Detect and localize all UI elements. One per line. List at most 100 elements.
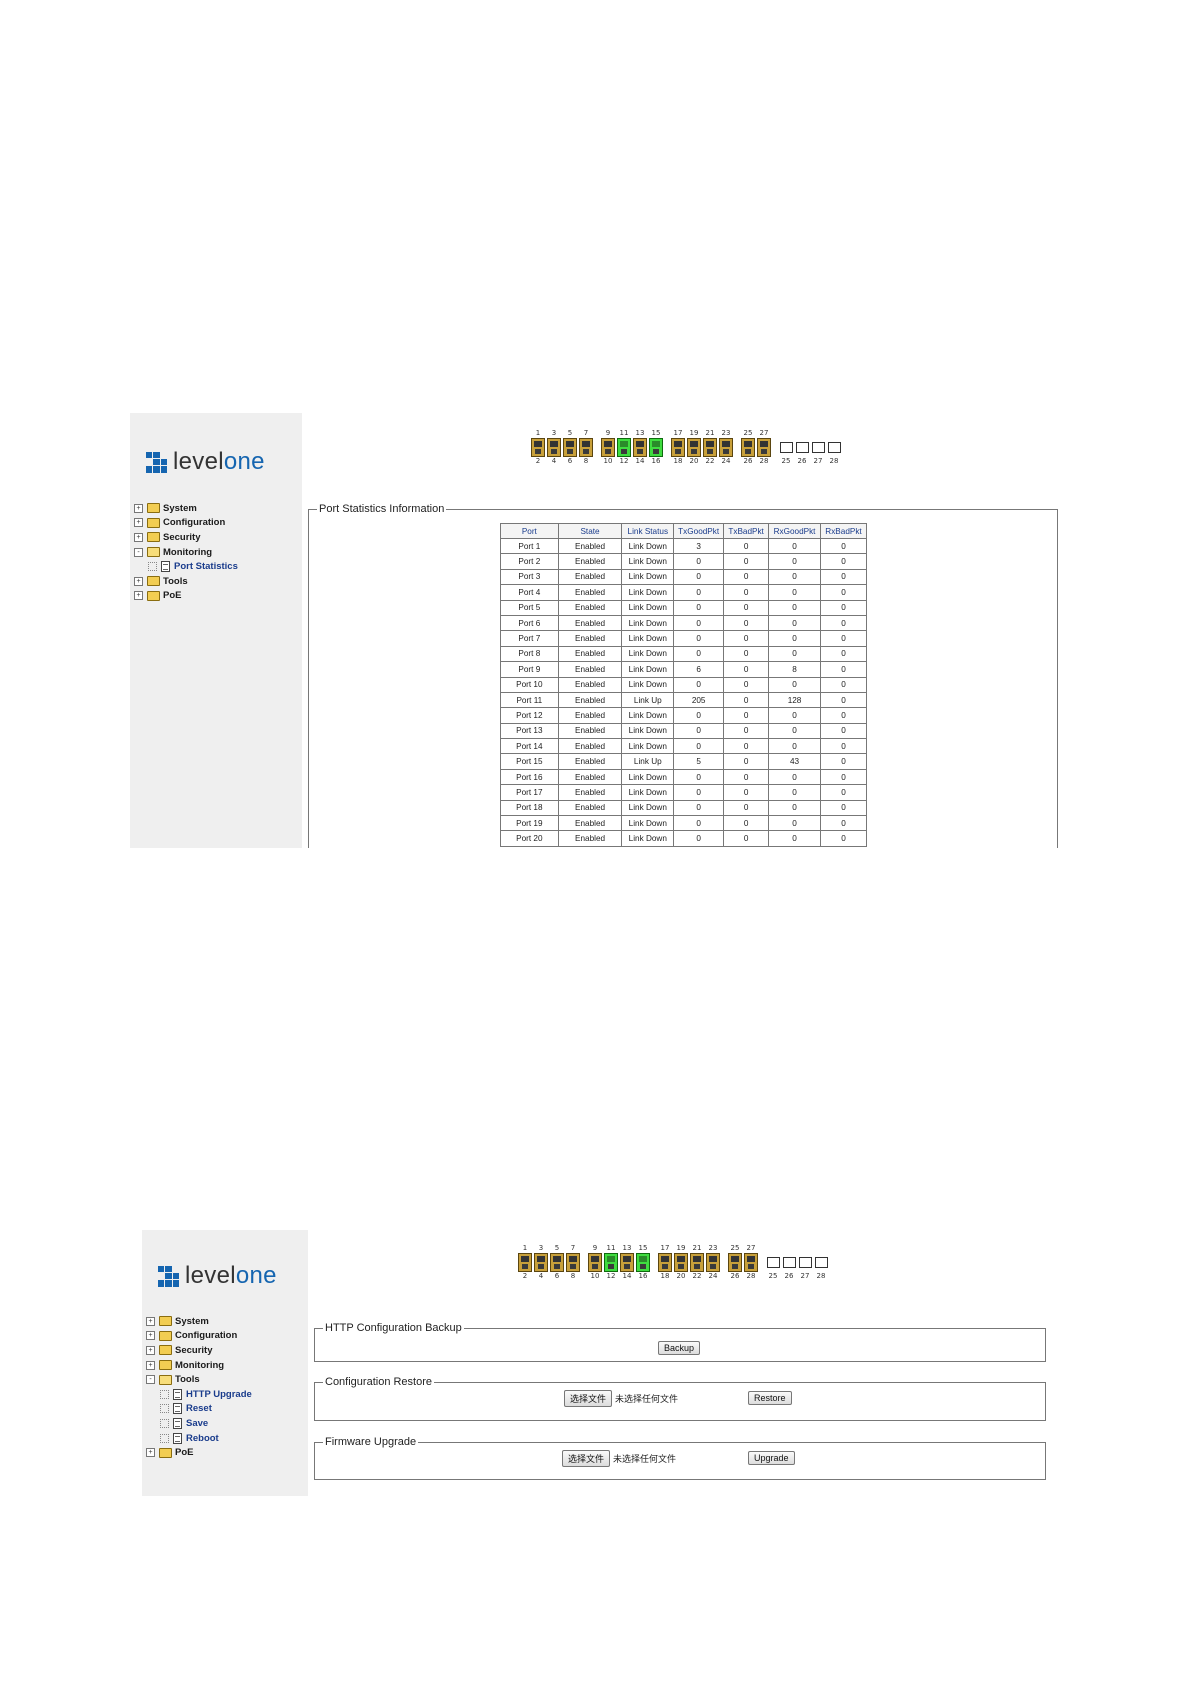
port-15[interactable]: 15 16 <box>648 429 664 466</box>
port-number-bottom: 20 <box>676 1272 686 1280</box>
tree-item-save[interactable]: Save <box>146 1416 252 1431</box>
tree-item-security[interactable]: + Security <box>134 530 238 545</box>
tree-connector-icon <box>160 1418 169 1428</box>
restore-button[interactable]: Restore <box>748 1391 792 1405</box>
restore-choose-file-button[interactable]: 选择文件 <box>564 1390 613 1407</box>
sfp-port-28[interactable]: 28 <box>813 1244 829 1281</box>
port-23[interactable]: 23 24 <box>718 429 734 466</box>
port-13[interactable]: 13 14 <box>632 429 648 466</box>
expand-icon[interactable]: + <box>146 1316 155 1326</box>
table-row: Port 2 Enabled Link Down 0 0 0 0 <box>500 553 867 570</box>
port-link-down-icon <box>671 438 685 457</box>
upgrade-button[interactable]: Upgrade <box>748 1451 795 1465</box>
config-restore-fieldset: Configuration Restore <box>314 1376 1046 1421</box>
tree-item-configuration[interactable]: + Configuration <box>146 1329 252 1344</box>
port-group: 9 10 11 12 13 14 15 16 <box>587 1244 651 1281</box>
expand-icon[interactable]: + <box>134 518 143 528</box>
port-25[interactable]: 25 26 <box>727 1244 743 1281</box>
port-21[interactable]: 21 22 <box>689 1244 705 1281</box>
port-5[interactable]: 56 <box>549 1244 565 1281</box>
upgrade-choose-file-button[interactable]: 选择文件 <box>562 1450 611 1467</box>
port-27[interactable]: 27 28 <box>743 1244 759 1281</box>
tree-item-tools[interactable]: + Tools <box>134 574 238 589</box>
port-1[interactable]: 12 <box>530 429 546 466</box>
table-row: Port 16 Enabled Link Down 0 0 0 0 <box>500 768 867 786</box>
port-21[interactable]: 21 22 <box>702 429 718 466</box>
port-17[interactable]: 17 18 <box>670 429 686 466</box>
port-3[interactable]: 34 <box>546 429 562 466</box>
sfp-port-27[interactable]: 27 <box>810 429 826 466</box>
port-7[interactable]: 78 <box>565 1244 581 1281</box>
table-cell: 0 <box>768 614 821 632</box>
folder-open-icon <box>159 1374 172 1385</box>
expand-icon[interactable]: + <box>134 576 143 586</box>
port-number-bottom: 22 <box>705 457 715 465</box>
expand-icon[interactable]: + <box>146 1345 155 1355</box>
port-15[interactable]: 15 16 <box>635 1244 651 1281</box>
backup-button[interactable]: Backup <box>658 1341 701 1355</box>
tree-item-poe[interactable]: + PoE <box>146 1445 252 1460</box>
port-27[interactable]: 27 28 <box>756 429 772 466</box>
port-9[interactable]: 9 10 <box>587 1244 603 1281</box>
levelone-logo-icon <box>146 451 167 473</box>
expand-icon[interactable]: + <box>146 1448 155 1458</box>
sfp-port-25[interactable]: 25 <box>778 429 794 466</box>
port-number-bottom: 8 <box>583 457 589 465</box>
tree-item-port-statistics[interactable]: Port Statistics <box>134 559 238 574</box>
sfp-port-26[interactable]: 26 <box>794 429 810 466</box>
table-cell: Port 14 <box>500 738 559 755</box>
tree-item-configuration[interactable]: + Configuration <box>134 516 238 531</box>
sfp-port-icon <box>828 442 841 453</box>
port-23[interactable]: 23 24 <box>705 1244 721 1281</box>
expand-icon[interactable]: + <box>134 532 143 542</box>
sfp-port-25[interactable]: 25 <box>765 1244 781 1281</box>
collapse-icon[interactable]: - <box>134 547 143 557</box>
tree-item-security[interactable]: + Security <box>146 1343 252 1358</box>
port-link-down-icon <box>741 438 755 457</box>
sfp-port-26[interactable]: 26 <box>781 1244 797 1281</box>
tree-item-system[interactable]: + System <box>146 1314 252 1329</box>
table-cell: 0 <box>673 676 725 693</box>
tree-item-reset[interactable]: Reset <box>146 1402 252 1417</box>
port-7[interactable]: 78 <box>578 429 594 466</box>
table-cell: Enabled <box>557 661 623 678</box>
sfp-port-28[interactable]: 28 <box>826 429 842 466</box>
table-cell: 0 <box>768 676 821 693</box>
port-19[interactable]: 19 20 <box>686 429 702 466</box>
table-cell: 0 <box>673 722 725 740</box>
table-cell: Link Down <box>621 661 675 678</box>
tree-item-http-upgrade[interactable]: HTTP Upgrade <box>146 1387 252 1402</box>
port-number-top: 19 <box>676 1244 686 1252</box>
expand-icon[interactable]: + <box>134 591 143 601</box>
expand-icon[interactable]: + <box>146 1360 155 1370</box>
port-13[interactable]: 13 14 <box>619 1244 635 1281</box>
table-cell: Link Up <box>621 691 675 709</box>
collapse-icon[interactable]: - <box>146 1375 155 1385</box>
upgrade-file-chooser: 选择文件 未选择任何文件 <box>562 1450 676 1467</box>
port-9[interactable]: 9 10 <box>600 429 616 466</box>
expand-icon[interactable]: + <box>134 503 143 513</box>
levelone-logo: levelone <box>158 1262 277 1290</box>
table-cell: Link Down <box>621 537 675 555</box>
port-11[interactable]: 11 12 <box>603 1244 619 1281</box>
tree-item-monitoring[interactable]: - Monitoring <box>134 545 238 560</box>
table-cell: 0 <box>673 645 725 663</box>
tree-item-monitoring[interactable]: + Monitoring <box>146 1358 252 1373</box>
tree-item-poe[interactable]: + PoE <box>134 589 238 604</box>
port-5[interactable]: 56 <box>562 429 578 466</box>
table-cell: 0 <box>820 815 867 832</box>
port-17[interactable]: 17 18 <box>657 1244 673 1281</box>
tree-item-tools[interactable]: - Tools <box>146 1372 252 1387</box>
table-cell: Link Down <box>621 722 675 740</box>
tree-item-system[interactable]: + System <box>134 501 238 516</box>
port-1[interactable]: 12 <box>517 1244 533 1281</box>
port-25[interactable]: 25 26 <box>740 429 756 466</box>
port-19[interactable]: 19 20 <box>673 1244 689 1281</box>
port-11[interactable]: 11 12 <box>616 429 632 466</box>
navigation-tree: + System + Configuration + Security - Monitorin… <box>134 501 238 603</box>
tree-item-reboot[interactable]: Reboot <box>146 1431 252 1446</box>
port-3[interactable]: 34 <box>533 1244 549 1281</box>
expand-icon[interactable]: + <box>146 1331 155 1341</box>
sfp-port-27[interactable]: 27 <box>797 1244 813 1281</box>
table-cell: 0 <box>768 707 821 724</box>
